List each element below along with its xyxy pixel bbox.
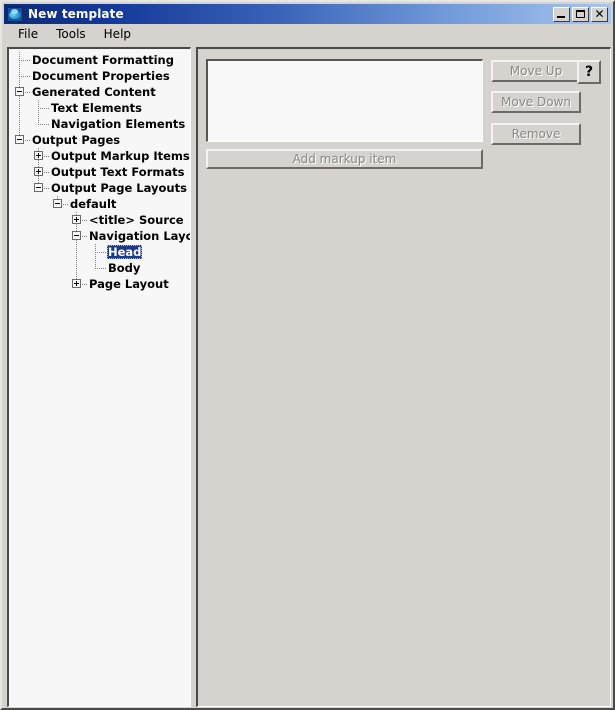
- tree-node[interactable]: Output Markup Items: [9, 148, 190, 164]
- tree-node-label[interactable]: Page Layout: [88, 277, 170, 291]
- tree-node-label[interactable]: Output Markup Items: [50, 149, 190, 163]
- tree-node[interactable]: Output Text Formats: [9, 164, 190, 180]
- menu-bar: File Tools Help: [4, 24, 611, 44]
- tree-node-label[interactable]: Navigation Layout: [88, 229, 190, 243]
- tree-node-label[interactable]: Output Text Formats: [50, 165, 185, 179]
- menu-item-file[interactable]: File: [9, 25, 47, 43]
- collapse-icon[interactable]: [72, 231, 81, 240]
- tree-node-label[interactable]: Generated Content: [31, 85, 157, 99]
- markup-items-list[interactable]: [206, 59, 483, 142]
- expand-icon[interactable]: [72, 279, 81, 288]
- close-button[interactable]: ✕: [591, 6, 608, 22]
- tree-node[interactable]: Page Layout: [9, 276, 190, 292]
- tree-node[interactable]: Generated Content: [9, 84, 190, 100]
- tree-node-label[interactable]: default: [69, 197, 117, 211]
- move-up-button[interactable]: Move Up: [491, 60, 581, 82]
- minimize-button[interactable]: [553, 6, 570, 22]
- close-icon: ✕: [594, 6, 605, 21]
- expand-icon[interactable]: [34, 167, 43, 176]
- tree-node-label[interactable]: Output Pages: [31, 133, 121, 147]
- tree-node-label[interactable]: Text Elements: [50, 101, 143, 115]
- collapse-icon[interactable]: [15, 87, 24, 96]
- tree-panel[interactable]: Document Formatting Document Properties Ge…: [7, 47, 191, 707]
- tree-node[interactable]: Body: [9, 260, 190, 276]
- tree-node-label[interactable]: <title> Source: [88, 213, 185, 227]
- minimize-icon: [557, 15, 565, 18]
- tree-node[interactable]: Head: [9, 244, 190, 260]
- expand-icon[interactable]: [72, 215, 81, 224]
- tree-node-label-selected[interactable]: Head: [107, 245, 143, 259]
- expand-icon[interactable]: [34, 151, 43, 160]
- app-globe-icon: [7, 6, 23, 22]
- tree-node-label[interactable]: Document Formatting: [31, 53, 175, 67]
- tree-connector-lines: [9, 260, 190, 276]
- application-window: New template ✕ File Tools Help Document …: [0, 0, 615, 710]
- tree-connector-lines: [9, 244, 190, 260]
- menu-item-tools[interactable]: Tools: [47, 25, 95, 43]
- tree-node[interactable]: <title> Source: [9, 212, 190, 228]
- help-button[interactable]: ?: [577, 60, 601, 84]
- tree-node[interactable]: Output Page Layouts: [9, 180, 190, 196]
- tree-node[interactable]: default: [9, 196, 190, 212]
- maximize-icon: [576, 9, 585, 18]
- tree-node-label[interactable]: Body: [107, 261, 141, 275]
- maximize-button[interactable]: [572, 6, 589, 22]
- collapse-icon[interactable]: [15, 135, 24, 144]
- remove-button[interactable]: Remove: [491, 123, 581, 145]
- tree-node[interactable]: Output Pages: [9, 132, 190, 148]
- collapse-icon[interactable]: [53, 199, 62, 208]
- tree-view[interactable]: Document Formatting Document Properties Ge…: [9, 49, 190, 292]
- editor-panel: Add markup item Move Up Move Down Remove…: [196, 47, 611, 707]
- tree-node-label[interactable]: Navigation Elements: [50, 117, 186, 131]
- move-down-button[interactable]: Move Down: [491, 91, 581, 113]
- tree-node-label[interactable]: Output Page Layouts: [50, 181, 188, 195]
- tree-node[interactable]: Navigation Layout: [9, 228, 190, 244]
- add-markup-item-button[interactable]: Add markup item: [206, 149, 483, 169]
- tree-node[interactable]: Text Elements: [9, 100, 190, 116]
- window-controls: ✕: [553, 6, 611, 22]
- tree-node-label[interactable]: Document Properties: [31, 69, 171, 83]
- collapse-icon[interactable]: [34, 183, 43, 192]
- window-title: New template: [28, 7, 124, 21]
- title-bar: New template ✕: [4, 4, 611, 24]
- tree-node[interactable]: Document Formatting: [9, 52, 190, 68]
- tree-node[interactable]: Navigation Elements: [9, 116, 190, 132]
- menu-item-help[interactable]: Help: [95, 25, 140, 43]
- tree-node[interactable]: Document Properties: [9, 68, 190, 84]
